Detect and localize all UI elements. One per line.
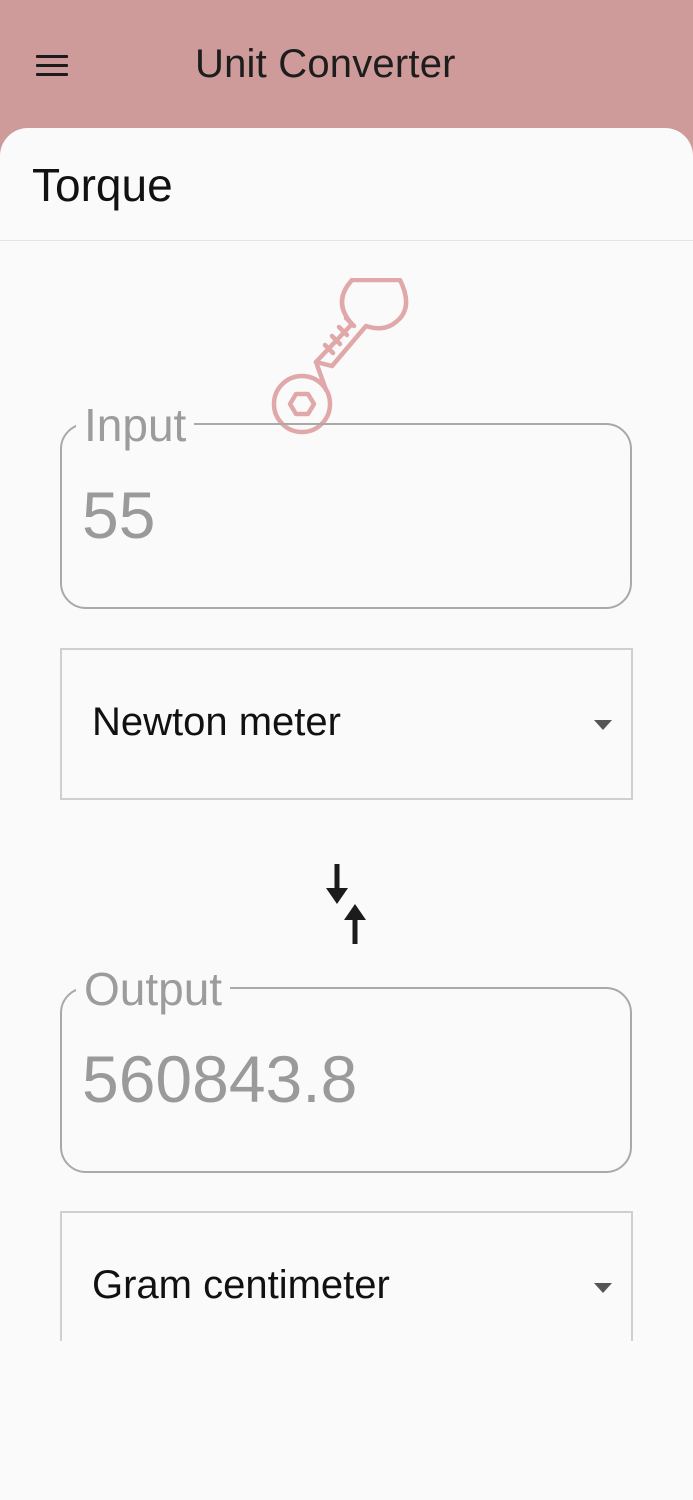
chevron-down-icon	[594, 1283, 612, 1293]
input-value[interactable]: 55	[82, 475, 155, 555]
input-field[interactable]: Input 55	[60, 399, 632, 609]
to-unit-selected: Gram centimeter	[92, 1263, 390, 1307]
hamburger-menu-icon[interactable]	[30, 46, 74, 86]
from-unit-select[interactable]: Newton meter	[60, 648, 633, 800]
app-bar: Unit Converter	[0, 0, 693, 140]
app-title: Unit Converter	[195, 42, 456, 86]
from-unit-selected: Newton meter	[92, 700, 341, 744]
chevron-down-icon	[594, 720, 612, 730]
input-label: Input	[76, 399, 195, 451]
swap-arrows-icon[interactable]	[318, 860, 374, 948]
title-divider	[0, 240, 693, 241]
output-label: Output	[76, 963, 231, 1015]
to-unit-select[interactable]: Gram centimeter	[60, 1211, 633, 1341]
output-field[interactable]: Output 560843.8	[60, 963, 632, 1173]
page-title: Torque	[32, 159, 173, 211]
output-value: 560843.8	[82, 1042, 358, 1116]
